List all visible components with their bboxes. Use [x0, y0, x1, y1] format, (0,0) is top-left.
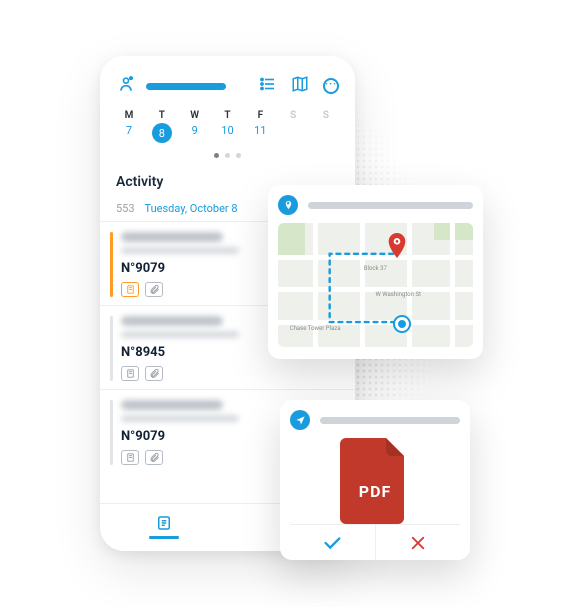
- activity-date-label: Tuesday, October 8: [145, 202, 238, 215]
- reject-button[interactable]: [375, 525, 461, 560]
- header: ···: [100, 56, 355, 106]
- pdf-preview[interactable]: PDF: [290, 438, 460, 524]
- week-strip: M7T8W9T10F11SS: [100, 106, 355, 149]
- map-preview[interactable]: Block 37 W Washington St Chase Tower Pla…: [278, 223, 473, 347]
- day-number: 9: [182, 124, 208, 137]
- day-cell[interactable]: S: [280, 110, 306, 143]
- document-icon[interactable]: [121, 366, 139, 381]
- tab-activity[interactable]: [100, 504, 228, 551]
- day-header: W: [182, 110, 208, 121]
- day-cell[interactable]: F 11: [247, 110, 273, 143]
- pdf-card: PDF: [280, 400, 470, 560]
- user-location-icon[interactable]: [116, 74, 136, 98]
- map-card-title-placeholder: [308, 202, 473, 209]
- day-cell[interactable]: W9: [182, 110, 208, 143]
- activity-title-redacted: [121, 316, 223, 326]
- header-title-placeholder: [146, 83, 226, 90]
- map-view-icon[interactable]: [291, 75, 309, 97]
- day-number: 7: [116, 124, 142, 137]
- map-card: Block 37 W Washington St Chase Tower Pla…: [268, 185, 483, 359]
- send-icon: [290, 410, 310, 430]
- day-number: 11: [247, 124, 273, 137]
- activity-title-redacted: [121, 232, 223, 242]
- day-header: S: [280, 110, 306, 121]
- attachment-icon[interactable]: [145, 450, 163, 465]
- day-cell[interactable]: M7: [116, 110, 142, 143]
- document-icon[interactable]: [121, 282, 139, 297]
- day-cell[interactable]: S: [313, 110, 339, 143]
- more-icon[interactable]: ···: [323, 78, 339, 94]
- page-dots: [100, 149, 355, 166]
- activity-subtitle-redacted: [121, 247, 239, 254]
- day-header: S: [313, 110, 339, 121]
- route-line: [278, 223, 473, 347]
- pdf-file-icon: PDF: [340, 438, 410, 524]
- location-icon: [278, 195, 298, 215]
- list-view-icon[interactable]: [259, 75, 277, 97]
- pdf-card-title-placeholder: [320, 417, 460, 424]
- document-icon[interactable]: [121, 450, 139, 465]
- day-cell[interactable]: T 10: [214, 110, 240, 143]
- activity-subtitle-redacted: [121, 415, 239, 422]
- day-number: 10: [214, 124, 240, 137]
- status-bar: [110, 316, 113, 381]
- day-header: F: [247, 110, 273, 121]
- day-header: T: [214, 110, 240, 121]
- day-cell[interactable]: T8: [149, 110, 175, 143]
- destination-pin-icon[interactable]: [387, 233, 407, 259]
- day-number: 8: [152, 123, 172, 143]
- activity-count: 553: [116, 202, 135, 215]
- status-bar: [110, 400, 113, 465]
- activity-title-redacted: [121, 400, 223, 410]
- attachment-icon[interactable]: [145, 366, 163, 381]
- attachment-icon[interactable]: [145, 282, 163, 297]
- day-header: M: [116, 110, 142, 121]
- day-header: T: [149, 110, 175, 121]
- activity-subtitle-redacted: [121, 331, 239, 338]
- status-bar: [110, 232, 113, 297]
- accept-button[interactable]: [290, 525, 375, 560]
